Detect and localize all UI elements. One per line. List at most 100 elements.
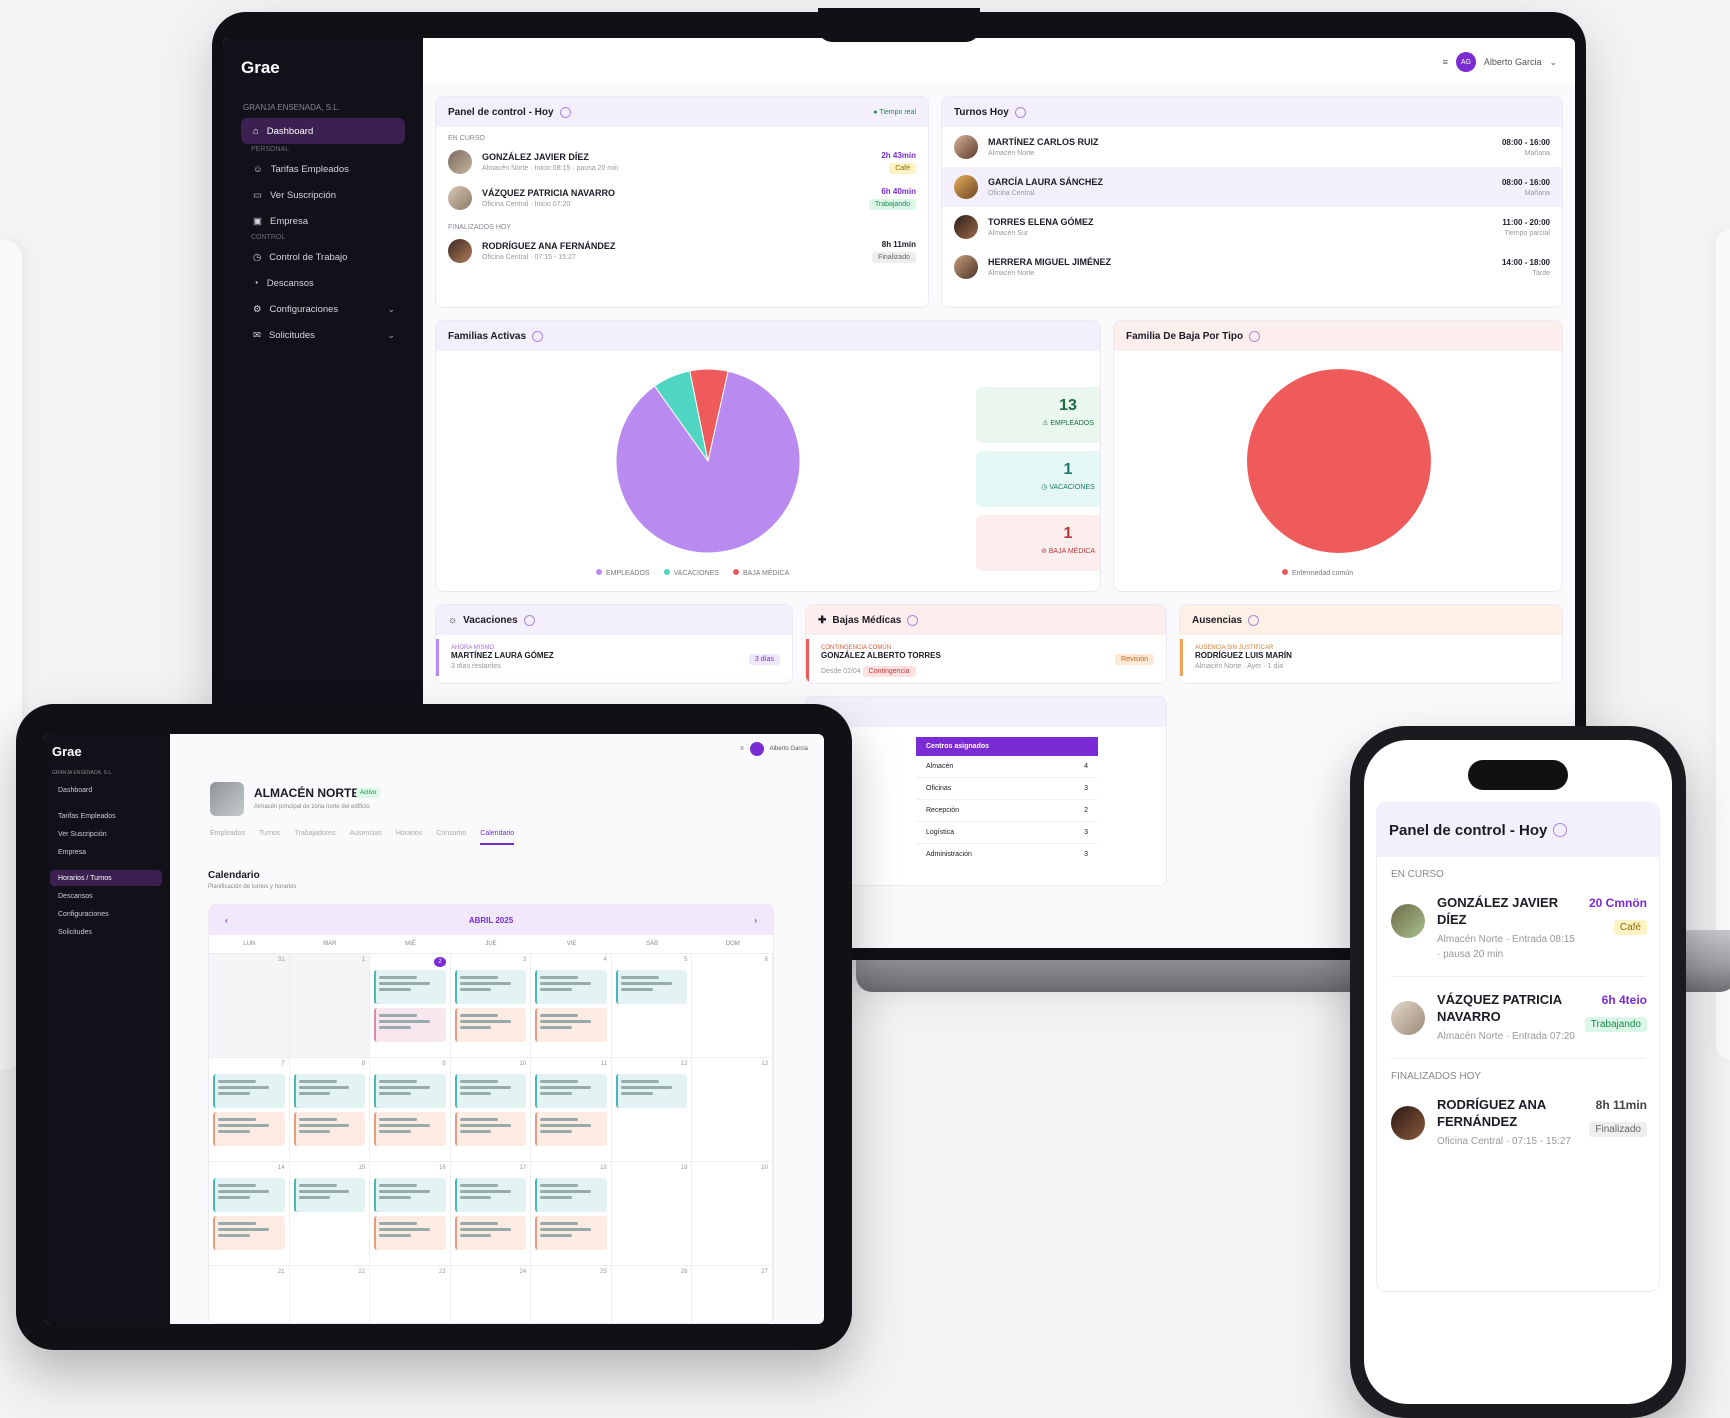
list-item[interactable]: VÁZQUEZ PATRICIA NAVARRO Almacén Norte · … [1377,977,1659,1058]
calendar-day[interactable]: 5 [611,954,693,1058]
table-row[interactable]: Recepción 2 [916,800,1098,822]
calendar-day[interactable]: 2 [370,954,451,1058]
info-icon[interactable] [1014,106,1026,118]
list-item[interactable]: TORRES ELENA GÓMEZ Almacén Sur 11:00 - 20:… [942,207,1562,247]
stat-vacaciones[interactable]: 1 ◷ VACACIONES [976,451,1100,507]
sidebar-item-suscripcion[interactable]: ▭ Ver Suscripción [241,182,405,208]
calendar-day[interactable]: 11 [531,1058,612,1162]
sidebar-item-solicitudes[interactable]: ✉ Solicitudes ⌄ [241,322,405,348]
info-icon[interactable] [523,614,535,626]
tab-ausencias[interactable]: Ausencias [350,830,382,845]
shift-event[interactable] [374,1178,446,1212]
shift-event[interactable] [374,970,446,1004]
calendar-day[interactable]: 20 [692,1162,773,1266]
chevron-right-icon[interactable]: › [754,916,757,925]
tab-empleados[interactable]: Empleados [210,830,245,845]
shift-event[interactable] [213,1216,285,1250]
calendar-day[interactable]: 13 [692,1058,773,1162]
calendar-day[interactable]: 3 [450,954,532,1058]
sidebar-item-configuraciones[interactable]: Configuraciones [50,906,162,922]
settings-icon[interactable]: ≡ [740,746,744,752]
shift-event[interactable] [374,1008,446,1042]
shift-event[interactable] [293,1178,366,1212]
shift-event[interactable] [615,970,688,1004]
calendar-day[interactable]: 10 [450,1058,532,1162]
user-menu[interactable]: ≡ Alberto Garcia [740,742,808,756]
calendar-day[interactable]: 26 [612,1266,693,1323]
list-item[interactable]: GONZÁLEZ JAVIER DÍEZ Almacén Norte · Entr… [1377,880,1659,976]
table-row[interactable]: Logística 3 [916,822,1098,844]
sidebar-item-empresa[interactable]: Empresa [50,844,162,860]
sidebar-item-suscripcion[interactable]: Ver Suscripción [50,826,162,842]
shift-event[interactable] [535,1112,607,1146]
info-icon[interactable] [1553,823,1568,837]
calendar-day[interactable]: 9 [370,1058,451,1162]
sidebar-item-dashboard[interactable]: ⌂ Dashboard [241,118,405,144]
calendar-day[interactable]: 1 [289,954,371,1058]
shift-event[interactable] [454,1216,527,1250]
shift-event[interactable] [374,1216,446,1250]
pie-slice[interactable] [1247,369,1431,553]
user-menu[interactable]: ≡ AG Alberto Garcia ⌄ [1443,52,1557,72]
shift-event[interactable] [293,1112,366,1146]
shift-event[interactable] [454,1074,527,1108]
chevron-left-icon[interactable]: ‹ [225,916,228,925]
calendar-day[interactable]: 19 [611,1162,693,1266]
shift-event[interactable] [454,1008,527,1042]
sidebar-item-tarifas[interactable]: ☺ Tarifas Empleados [241,156,405,182]
shift-event[interactable] [535,1216,607,1250]
tab-consumo[interactable]: Consumo [436,830,466,845]
sidebar-item-tarifas[interactable]: Tarifas Empleados [50,808,162,824]
app-logo[interactable]: Grae [241,58,280,78]
calendar-day[interactable]: 7 [209,1058,290,1162]
list-item[interactable]: RODRÍGUEZ ANA FERNÁNDEZ Oficina Central ·… [1377,1082,1659,1163]
info-icon[interactable] [1248,614,1260,626]
sidebar-item-control-trabajo[interactable]: ◷ Control de Trabajo [241,244,405,270]
shift-event[interactable] [454,1112,527,1146]
calendar-day[interactable]: 25 [531,1266,612,1323]
tab-horarios[interactable]: Horarios [396,830,422,845]
list-item[interactable]: GARCÍA LAURA SÁNCHEZ Oficina Central 08:00… [942,167,1562,207]
shift-event[interactable] [535,1008,607,1042]
sidebar-item-dashboard[interactable]: Dashboard [50,782,162,798]
info-icon[interactable] [907,614,919,626]
info-icon[interactable] [1249,330,1261,342]
stat-baja-medica[interactable]: 1 ⊘ BAJA MÉDICA [976,515,1100,571]
table-row[interactable]: Oficinas 3 [916,778,1098,800]
calendar-day[interactable]: 12 [611,1058,693,1162]
shift-event[interactable] [615,1074,688,1108]
calendar-day[interactable]: 4 [531,954,612,1058]
list-item[interactable]: RODRÍGUEZ ANA FERNÁNDEZ Oficina Central ·… [436,233,928,269]
table-row[interactable]: Administración 3 [916,844,1098,865]
table-row[interactable]: Almacén 4 [916,756,1098,778]
stat-empleados[interactable]: 13 ⚠ EMPLEADOS [976,387,1100,443]
calendar-day[interactable]: 31 [209,954,290,1058]
list-item[interactable]: GONZÁLEZ JAVIER DÍEZ Almacén Norte · Inic… [436,144,928,180]
info-icon[interactable] [559,106,571,118]
list-item[interactable]: MARTÍNEZ CARLOS RUIZ Almacén Norte 08:00 -… [942,127,1562,167]
sidebar-item-descansos[interactable]: Descansos [50,888,162,904]
calendar-day[interactable]: 16 [370,1162,451,1266]
sidebar-item-configuraciones[interactable]: ⚙ Configuraciones ⌄ [241,296,405,322]
shift-event[interactable] [374,1074,446,1108]
calendar-day[interactable]: 21 [209,1266,290,1323]
shift-event[interactable] [535,1178,607,1212]
sidebar-item-descansos[interactable]: ◔ Descansos [241,270,405,296]
shift-event[interactable] [213,1112,285,1146]
list-item[interactable]: VÁZQUEZ PATRICIA NAVARRO Oficina Central … [436,180,928,216]
calendar-day[interactable]: 6 [692,954,773,1058]
list-item[interactable]: HERRERA MIGUEL JIMÉNEZ Almacén Norte 14:00… [942,247,1562,287]
calendar-day[interactable]: 17 [450,1162,532,1266]
settings-icon[interactable]: ≡ [1443,57,1448,67]
tab-turnos[interactable]: Turnos [259,830,281,845]
calendar-day[interactable]: 8 [289,1058,371,1162]
calendar-day[interactable]: 23 [370,1266,451,1323]
shift-event[interactable] [454,970,527,1004]
app-logo[interactable]: Grae [52,744,82,759]
calendar-day[interactable]: 27 [692,1266,773,1323]
calendar-day[interactable]: 14 [209,1162,290,1266]
tab-calendario[interactable]: Calendario [480,830,515,845]
info-icon[interactable] [532,330,544,342]
list-item[interactable]: AHORA MISMO MARTÍNEZ LAURA GÓMEZ 3 días … [436,639,792,676]
calendar-day[interactable]: 15 [289,1162,371,1266]
